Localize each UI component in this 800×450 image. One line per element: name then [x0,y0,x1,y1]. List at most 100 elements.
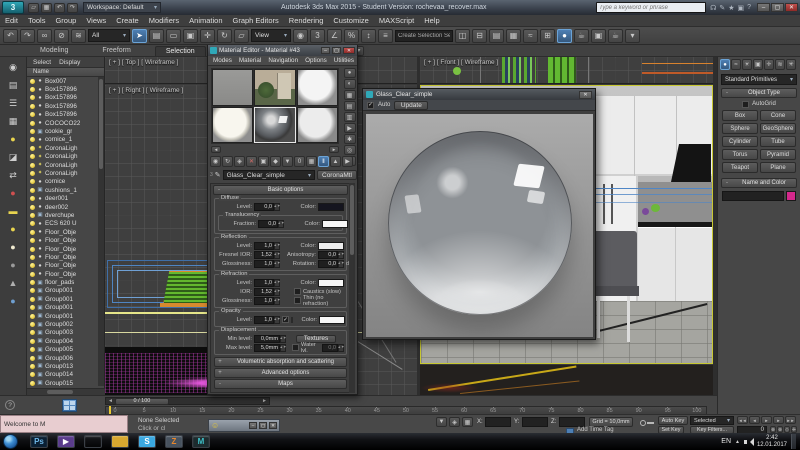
menu-item[interactable]: Views [81,15,111,26]
help-icon[interactable]: ? [5,400,15,410]
object-type-button[interactable]: Plane [760,162,796,173]
render-flyout-icon[interactable]: ▾ [625,29,640,43]
material-editor-max-button[interactable]: ▢ [332,47,341,54]
visibility-bulb-icon[interactable] [30,364,35,369]
spinner-snap-icon[interactable]: ↕ [361,29,376,43]
name-color-rollout[interactable]: -Name and Color [721,178,797,188]
display-geometry-icon[interactable]: ● [10,225,15,234]
named-selection-field[interactable]: Create Selection Se [395,30,453,42]
scene-object-row[interactable]: ✦ CoronaLigh [27,144,104,152]
undo-icon[interactable]: ↶ [3,29,18,43]
thin-checkbox[interactable] [294,297,301,304]
open-icon[interactable]: ▱ [28,3,39,13]
snap-3d-icon[interactable]: 3 [310,29,325,43]
scene-object-row[interactable]: ● Floor_Obje [27,236,104,244]
scene-object-row[interactable]: ● Box007 [27,77,104,85]
explorer-vscrollbar[interactable] [98,77,104,386]
reflection-gloss-spinner[interactable]: 1,0▲▼ [254,260,280,268]
visibility-bulb-icon[interactable] [30,238,35,243]
scene-object-row[interactable]: ● cornice_1 [27,136,104,144]
ior-spinner[interactable]: 1,52▲▼ [254,288,280,296]
menu-item[interactable]: Animation [184,15,227,26]
explorer-menu-select[interactable]: Select [33,59,51,66]
selection-lock-icon[interactable]: ◈ [449,417,460,427]
scene-object-row[interactable]: ▣ Group015 [27,379,104,386]
lights-category-icon[interactable]: ☀ [742,59,752,70]
ribbon-tab[interactable]: Modeling [30,46,78,55]
select-by-name-icon[interactable]: ▤ [149,29,164,43]
object-type-button[interactable]: Torus [722,149,758,160]
menu-item[interactable]: Create [111,15,144,26]
reflection-color-swatch[interactable] [318,242,344,250]
scene-object-row[interactable]: ▣ Group003 [27,329,104,337]
visibility-bulb-icon[interactable] [30,104,35,109]
refraction-gloss-spinner[interactable]: 1,0▲▼ [254,297,280,305]
visibility-bulb-icon[interactable] [30,230,35,235]
sample-type-icon[interactable]: ● [344,68,356,78]
redo-icon[interactable]: ↷ [67,3,78,13]
translucency-color-swatch[interactable] [322,220,348,228]
display-bones-icon[interactable]: ● [10,261,15,270]
video-color-check-icon[interactable]: ▥ [344,112,356,122]
viewport-layout-icon[interactable] [62,399,77,412]
visibility-bulb-icon[interactable] [30,179,35,184]
display-cones-icon[interactable]: ▲ [9,279,18,288]
scene-object-row[interactable]: ● Box157896 [27,102,104,110]
tray-expand-icon[interactable]: ▲ [735,439,740,445]
go-end-icon[interactable]: ►► [785,416,796,424]
go-sibling-icon[interactable]: ▶ [342,156,353,167]
go-parent-icon[interactable]: ▲ [330,156,341,167]
autogrid-checkbox[interactable] [742,101,749,108]
opacity-level-spinner[interactable]: 1,0▲▼ [254,316,280,324]
time-slider[interactable]: ◄ 0 / 100 ► [105,397,270,405]
crossing-select-icon[interactable]: ▣ [183,29,198,43]
scale-icon[interactable]: ▱ [234,29,249,43]
menu-item[interactable]: Customize [328,15,373,26]
skype-icon[interactable]: S [138,435,156,448]
zoom-icon[interactable]: ⊕ [770,426,776,433]
scene-object-row[interactable]: ● Floor_Obje [27,228,104,236]
mirror-icon[interactable]: ◫ [455,29,470,43]
sample-uv-tiling-icon[interactable]: ▤ [344,101,356,111]
notification-mini-window[interactable]: ☺ – ▢ ✕ [208,419,280,432]
curve-editor-icon[interactable]: ≈ [523,29,538,43]
rollout-toggle-icon[interactable]: + [215,359,225,365]
viewport-top-label[interactable]: [ + ] [ Top ] [ Wireframe ] [109,59,178,66]
display-panel-icon[interactable]: ▤ [9,81,18,90]
show-desktop-button[interactable] [791,434,796,449]
visibility-bulb-icon[interactable] [30,87,35,92]
scene-object-row[interactable]: ▣ Group001 [27,312,104,320]
systems-category-icon[interactable]: ✳ [786,59,796,70]
ribbon-tab[interactable]: Selection [155,46,206,56]
visibility-bulb-icon[interactable] [30,347,35,352]
play-icon[interactable]: ► [761,416,772,424]
primitives-dropdown[interactable]: Standard Primitives▾ [721,74,797,85]
scene-object-row[interactable]: ▣ Group004 [27,337,104,345]
params-scroll-thumb[interactable] [350,185,354,255]
menu-item[interactable]: Group [50,15,81,26]
sample-slot-white-3[interactable] [297,107,338,144]
schematic-view-icon[interactable]: ⊞ [540,29,555,43]
make-unique-icon[interactable]: ◆ [270,156,281,167]
object-type-button[interactable]: Cone [760,110,796,121]
visibility-bulb-icon[interactable] [30,322,35,327]
explorer-folder-icon[interactable] [111,435,129,448]
menu-item[interactable]: Modifiers [144,15,184,26]
visibility-bulb-icon[interactable] [30,137,35,142]
auto-key-button[interactable]: Auto Key [658,416,688,425]
render-setup-icon[interactable]: ☕ [574,29,589,43]
time-slider-left-arrow[interactable]: ◄ [106,398,115,404]
rotate-icon[interactable]: ↻ [217,29,232,43]
update-button[interactable]: Update [394,101,428,110]
basic-options-rollout[interactable]: -Basic options [213,185,348,195]
app-button[interactable]: 3 [2,1,24,14]
mini-restore-button[interactable]: ▢ [259,422,267,429]
explorer-hscrollbar[interactable] [27,388,105,395]
undo-icon[interactable]: ↶ [54,3,65,13]
material-editor-min-button[interactable]: – [321,47,330,54]
clock[interactable]: 2:42 12.01.2017 [757,435,787,448]
use-center-icon[interactable]: ◉ [293,29,308,43]
angle-snap-icon[interactable]: ∠ [327,29,342,43]
object-type-button[interactable]: Cylinder [722,136,758,147]
sample-slot-white-2[interactable] [212,107,253,144]
